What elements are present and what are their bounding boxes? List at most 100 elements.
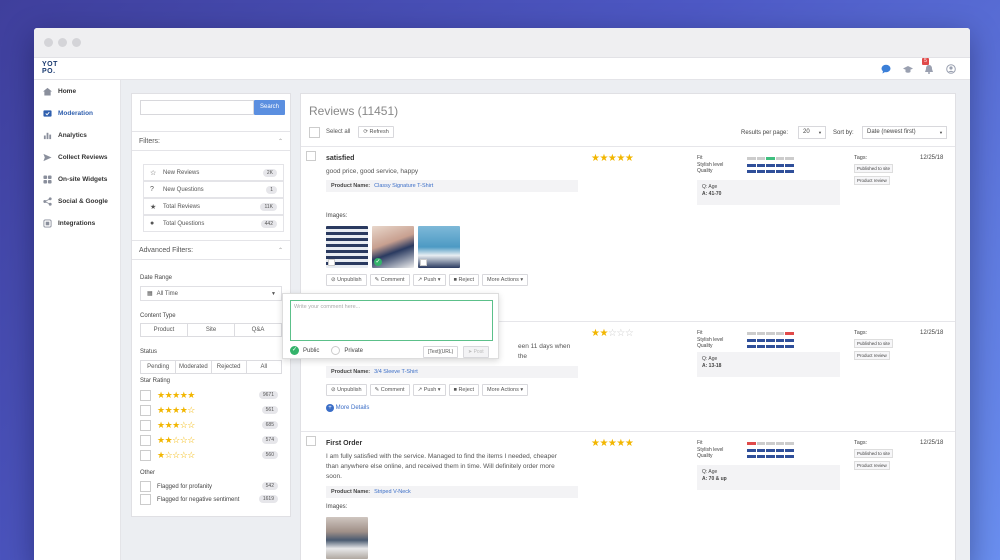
sidebar-item-moderation[interactable]: Moderation bbox=[34, 104, 121, 122]
refresh-icon: ⟳ bbox=[363, 129, 368, 135]
sidebar-item-analytics[interactable]: Analytics bbox=[34, 126, 121, 144]
bell-icon[interactable] bbox=[924, 64, 934, 74]
review-checkbox[interactable] bbox=[306, 436, 316, 446]
checkbox[interactable] bbox=[140, 405, 151, 416]
select-all-checkbox[interactable] bbox=[309, 126, 320, 138]
review-image[interactable]: ✓ bbox=[372, 226, 414, 268]
refresh-button[interactable]: ⟳ Refresh bbox=[358, 126, 394, 138]
checkbox[interactable] bbox=[140, 494, 151, 505]
tag-badge[interactable]: Product review bbox=[854, 176, 890, 185]
unpublish-button[interactable]: ⊘ Unpublish bbox=[326, 384, 367, 396]
comment-textarea[interactable]: Write your comment here... bbox=[290, 300, 493, 341]
filter-label: New Reviews bbox=[163, 169, 200, 176]
window-dot[interactable] bbox=[72, 38, 81, 47]
push-button[interactable]: ↗ Push ▾ bbox=[412, 384, 446, 396]
date-range-select[interactable]: ▦ All Time ▼ bbox=[140, 286, 282, 301]
private-radio[interactable] bbox=[331, 346, 341, 355]
checkbox[interactable] bbox=[140, 450, 151, 461]
review-title: First Order bbox=[326, 440, 363, 447]
search-button[interactable]: Search bbox=[254, 100, 285, 115]
chevron-up-icon: ⌃ bbox=[277, 248, 283, 254]
sort-select[interactable]: Date (newest first) ▼ bbox=[862, 126, 947, 139]
tag-badge[interactable]: Product review bbox=[854, 461, 890, 470]
tag-badge[interactable]: Product review bbox=[854, 351, 890, 360]
tags-label: Tags: bbox=[854, 440, 868, 446]
yotpo-logo[interactable]: YOT PO. bbox=[42, 61, 58, 75]
custom-question: Q: Age A: 70 & up bbox=[697, 465, 840, 490]
answer-text: A: 13-18 bbox=[702, 363, 722, 369]
rating-filter-3[interactable]: ★★★☆☆ 685 bbox=[140, 419, 284, 432]
review-image[interactable] bbox=[326, 517, 368, 559]
rating-filter-1[interactable]: ★☆☆☆☆ 560 bbox=[140, 449, 284, 462]
review-checkbox[interactable] bbox=[306, 151, 316, 161]
status-pending[interactable]: Pending bbox=[141, 361, 177, 373]
reject-label: Reject bbox=[458, 277, 475, 283]
sidebar-item-collect-reviews[interactable]: Collect Reviews bbox=[34, 148, 121, 166]
more-actions-button[interactable]: More Actions ▾ bbox=[482, 274, 529, 286]
text-url-button[interactable]: [Text](URL) bbox=[423, 346, 459, 358]
per-page-value: 20 bbox=[803, 129, 810, 135]
image-checkbox[interactable] bbox=[328, 259, 335, 266]
status-rejected[interactable]: Rejected bbox=[212, 361, 247, 373]
reject-button[interactable]: ■ Reject bbox=[448, 274, 480, 286]
star-rating-label: Star Rating bbox=[140, 378, 171, 384]
review-image[interactable] bbox=[326, 226, 368, 268]
window-dot[interactable] bbox=[44, 38, 53, 47]
flag-negative-filter[interactable]: Flagged for negative sentiment 1619 bbox=[140, 493, 284, 506]
tag-badge[interactable]: Published to site bbox=[854, 339, 894, 348]
chat-icon[interactable] bbox=[881, 64, 891, 74]
push-button[interactable]: ↗ Push ▾ bbox=[412, 274, 446, 286]
more-details-link[interactable]: + More Details bbox=[326, 404, 369, 412]
more-actions-button[interactable]: More Actions ▾ bbox=[482, 384, 529, 396]
comment-icon: ✎ bbox=[374, 277, 380, 283]
status-moderated[interactable]: Moderated bbox=[176, 361, 212, 373]
content-type-product[interactable]: Product bbox=[141, 324, 188, 336]
rating-filter-5[interactable]: ★★★★★ 9671 bbox=[140, 389, 284, 402]
reject-button[interactable]: ■ Reject bbox=[448, 384, 480, 396]
flag-profanity-filter[interactable]: Flagged for profanity 542 bbox=[140, 480, 284, 493]
filter-total-questions[interactable]: ● Total Questions 442 bbox=[143, 215, 284, 232]
sidebar-item-home[interactable]: Home bbox=[34, 82, 121, 100]
graduation-cap-icon[interactable] bbox=[903, 64, 913, 74]
checkbox[interactable] bbox=[140, 420, 151, 431]
checkbox[interactable] bbox=[140, 435, 151, 446]
review-image[interactable] bbox=[418, 226, 460, 268]
rating-filter-2[interactable]: ★★☆☆☆ 574 bbox=[140, 434, 284, 447]
post-button[interactable]: ➤ Post bbox=[463, 346, 489, 358]
search-input[interactable] bbox=[140, 100, 254, 115]
comment-label: Comment bbox=[380, 277, 405, 283]
window-dot[interactable] bbox=[58, 38, 67, 47]
filter-new-reviews[interactable]: ☆ New Reviews 2K bbox=[143, 164, 284, 181]
check-icon[interactable]: ✓ bbox=[374, 258, 382, 266]
tag-badge[interactable]: Published to site bbox=[854, 449, 894, 458]
content-type-qa[interactable]: Q&A bbox=[235, 324, 281, 336]
status-all[interactable]: All bbox=[247, 361, 281, 373]
public-radio[interactable]: ✓ bbox=[290, 346, 299, 355]
advanced-filters-header[interactable]: Advanced Filters: ⌃ bbox=[132, 240, 290, 260]
more-actions-label: More Actions bbox=[487, 387, 519, 393]
per-page-select[interactable]: 20 ▼ bbox=[798, 126, 826, 139]
content-type-site[interactable]: Site bbox=[188, 324, 235, 336]
filter-total-reviews[interactable]: ★ Total Reviews 11K bbox=[143, 198, 284, 215]
rating-filter-4[interactable]: ★★★★☆ 561 bbox=[140, 404, 284, 417]
checkbox[interactable] bbox=[140, 390, 151, 401]
reviews-toolbar: Select all ⟳ Refresh bbox=[309, 126, 394, 138]
product-link[interactable]: Striped V-Neck bbox=[374, 489, 411, 495]
sidebar-item-social-google[interactable]: Social & Google bbox=[34, 192, 121, 210]
product-link[interactable]: Classy Signature T-Shirt bbox=[374, 183, 433, 189]
comment-button[interactable]: ✎ Comment bbox=[369, 384, 410, 396]
filters-header[interactable]: Filters: ⌃ bbox=[132, 131, 290, 151]
image-checkbox[interactable] bbox=[420, 259, 427, 266]
push-label: Push bbox=[423, 387, 437, 393]
tag-badge[interactable]: Published to site bbox=[854, 164, 894, 173]
user-avatar-icon[interactable] bbox=[946, 64, 956, 74]
unpublish-button[interactable]: ⊘ Unpublish bbox=[326, 274, 367, 286]
filter-new-questions[interactable]: ? New Questions 1 bbox=[143, 181, 284, 198]
sidebar-item-onsite-widgets[interactable]: On-site Widgets bbox=[34, 170, 121, 188]
comment-button[interactable]: ✎ Comment bbox=[369, 274, 410, 286]
product-link[interactable]: 3/4 Sleeve T-Shirt bbox=[374, 369, 418, 375]
product-name-label: Product Name: bbox=[331, 489, 371, 495]
calendar-icon: ▦ bbox=[147, 291, 153, 297]
sidebar-item-integrations[interactable]: Integrations bbox=[34, 214, 121, 232]
checkbox[interactable] bbox=[140, 481, 151, 492]
